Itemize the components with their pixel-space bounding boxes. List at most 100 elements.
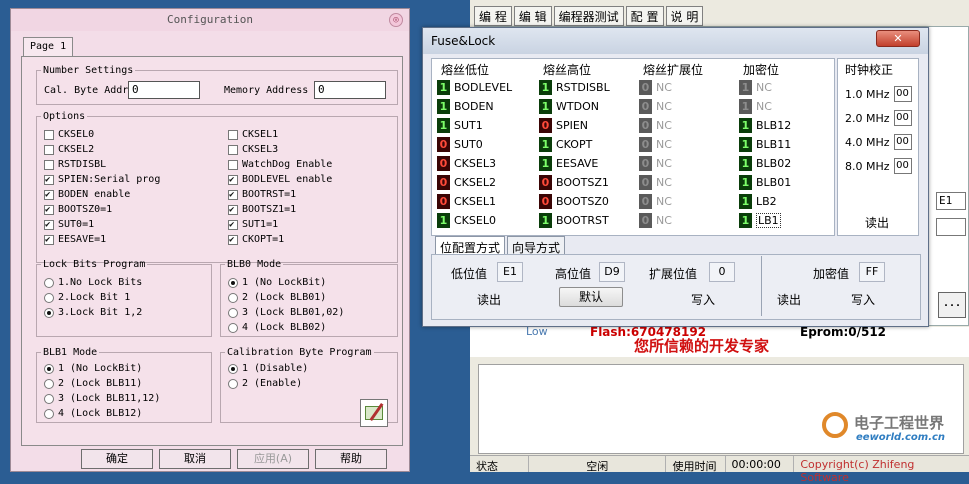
checkbox-box[interactable] (44, 129, 54, 140)
cancel-button[interactable]: 取消 (159, 449, 231, 469)
radio-dot[interactable] (44, 393, 54, 404)
radio-dot[interactable] (228, 307, 238, 318)
high-fuse-bit[interactable]: 0 SPIEN (539, 118, 588, 133)
low-fuse-bit[interactable]: 1 BODEN (437, 99, 494, 114)
radio-dot[interactable] (228, 363, 238, 374)
radio-dot[interactable] (44, 277, 54, 288)
ext-bit-value[interactable]: 0 (639, 194, 652, 209)
lock-bit-value[interactable]: 1 (739, 175, 752, 190)
ext-fuse-bit[interactable]: 0 NC (639, 213, 672, 228)
blb0-radio[interactable]: 4 (Lock BLB02) (228, 322, 326, 333)
lock-bit-value[interactable]: 1 (739, 213, 752, 228)
radio-dot[interactable] (228, 292, 238, 303)
low-bit-value[interactable]: 0 (437, 137, 450, 152)
calib-radio[interactable]: 1 (Disable) (228, 363, 308, 374)
option-checkbox[interactable]: BOOTSZ1=1 (228, 204, 296, 215)
radio-dot[interactable] (228, 322, 238, 333)
option-checkbox[interactable]: WatchDog Enable (228, 159, 332, 170)
option-checkbox[interactable]: SPIEN:Serial prog (44, 174, 160, 185)
blb0-radio[interactable]: 3 (Lock BLB01,02) (228, 307, 344, 318)
menu-edit[interactable]: 编 辑 (513, 6, 552, 26)
ext-fuse-bit[interactable]: 0 NC (639, 194, 672, 209)
blb1-radio[interactable]: 1 (No LockBit) (44, 363, 142, 374)
write-button[interactable]: 写入 (691, 291, 715, 308)
high-value-field[interactable]: D9 (599, 262, 625, 282)
low-bit-value[interactable]: 1 (437, 118, 450, 133)
lock-bit-value[interactable]: 1 (739, 156, 752, 171)
high-bit-value[interactable]: 0 (539, 194, 552, 209)
ext-bit-value[interactable]: 0 (639, 213, 652, 228)
option-checkbox[interactable]: BODEN enable (44, 189, 130, 200)
low-fuse-bit[interactable]: 0 CKSEL2 (437, 175, 496, 190)
radio-dot[interactable] (44, 307, 54, 318)
clock-value-field[interactable]: 00 (893, 110, 912, 126)
lock-fuse-bit[interactable]: 1 BLB01 (739, 175, 791, 190)
lock-fuse-bit[interactable]: 1 BLB02 (739, 156, 791, 171)
low-fuse-bit[interactable]: 0 CKSEL1 (437, 194, 496, 209)
checkbox-box[interactable] (44, 189, 54, 200)
high-fuse-bit[interactable]: 0 BOOTSZ0 (539, 194, 609, 209)
lock_bits-radio[interactable]: 2.Lock Bit 1 (44, 292, 130, 303)
high-bit-value[interactable]: 1 (539, 137, 552, 152)
lock-bit-value[interactable]: 1 (739, 118, 752, 133)
tab-wizard[interactable]: 向导方式 (507, 236, 566, 255)
lock-bit-value[interactable]: 1 (739, 194, 752, 209)
option-checkbox[interactable]: CKSEL3 (228, 144, 278, 155)
ext-bit-value[interactable]: 0 (639, 156, 652, 171)
menu-help[interactable]: 说 明 (665, 6, 704, 26)
option-checkbox[interactable]: BOOTSZ0=1 (44, 204, 112, 215)
option-checkbox[interactable]: RSTDISBL (44, 159, 106, 170)
high-bit-value[interactable]: 0 (539, 118, 552, 133)
checkbox-box[interactable] (44, 204, 54, 215)
high-fuse-bit[interactable]: 1 CKOPT (539, 137, 592, 152)
checkbox-box[interactable] (228, 219, 238, 230)
low-bit-value[interactable]: 0 (437, 194, 450, 209)
menu-config[interactable]: 配 置 (625, 6, 664, 26)
high-bit-value[interactable]: 1 (539, 156, 552, 171)
checkbox-box[interactable] (44, 219, 54, 230)
blb1-radio[interactable]: 3 (Lock BLB11,12) (44, 393, 160, 404)
low-bit-value[interactable]: 0 (437, 156, 450, 171)
ext-value-field[interactable]: 0 (709, 262, 735, 282)
high-fuse-bit[interactable]: 1 BOOTRST (539, 213, 609, 228)
radio-dot[interactable] (228, 378, 238, 389)
program-chip-icon[interactable] (360, 399, 388, 427)
blb1-radio[interactable]: 2 (Lock BLB11) (44, 378, 142, 389)
high-fuse-bit[interactable]: 1 RSTDISBL (539, 80, 610, 95)
low-bit-value[interactable]: 1 (437, 99, 450, 114)
ext-bit-value[interactable]: 0 (639, 99, 652, 114)
high-fuse-bit[interactable]: 1 EESAVE (539, 156, 598, 171)
lock-bit-value[interactable]: 1 (739, 80, 752, 95)
ext-bit-value[interactable]: 0 (639, 118, 652, 133)
ext-bit-value[interactable]: 0 (639, 175, 652, 190)
checkbox-box[interactable] (228, 234, 238, 245)
lock-fuse-bit[interactable]: 1 LB2 (739, 194, 777, 209)
low-fuse-bit[interactable]: 0 CKSEL3 (437, 156, 496, 171)
checkbox-box[interactable] (228, 144, 238, 155)
ext-fuse-bit[interactable]: 0 NC (639, 137, 672, 152)
lock-fuse-bit[interactable]: 1 NC (739, 99, 772, 114)
calib-radio[interactable]: 2 (Enable) (228, 378, 302, 389)
checkbox-box[interactable] (44, 144, 54, 155)
clock-value-field[interactable]: 00 (893, 86, 912, 102)
ext-fuse-bit[interactable]: 0 NC (639, 175, 672, 190)
configuration-close-icon[interactable]: ◎ (389, 13, 403, 27)
background-browse-button[interactable]: ... (938, 292, 966, 318)
menu-program[interactable]: 编 程 (474, 6, 512, 26)
low-value-field[interactable]: E1 (497, 262, 523, 282)
clock-value-field[interactable]: 00 (893, 134, 912, 150)
checkbox-box[interactable] (44, 159, 54, 170)
checkbox-box[interactable] (228, 204, 238, 215)
option-checkbox[interactable]: BODLEVEL enable (228, 174, 332, 185)
high-bit-value[interactable]: 1 (539, 99, 552, 114)
low-fuse-bit[interactable]: 1 SUT1 (437, 118, 483, 133)
low-bit-value[interactable]: 1 (437, 213, 450, 228)
high-bit-value[interactable]: 0 (539, 175, 552, 190)
option-checkbox[interactable]: SUT0=1 (44, 219, 94, 230)
lock-bit-value[interactable]: 1 (739, 137, 752, 152)
tab-page-1[interactable]: Page 1 (23, 37, 74, 57)
blb0-radio[interactable]: 2 (Lock BLB01) (228, 292, 326, 303)
low-fuse-bit[interactable]: 0 SUT0 (437, 137, 483, 152)
low-bit-value[interactable]: 1 (437, 80, 450, 95)
tab-bit-config[interactable]: 位配置方式 (435, 236, 506, 255)
